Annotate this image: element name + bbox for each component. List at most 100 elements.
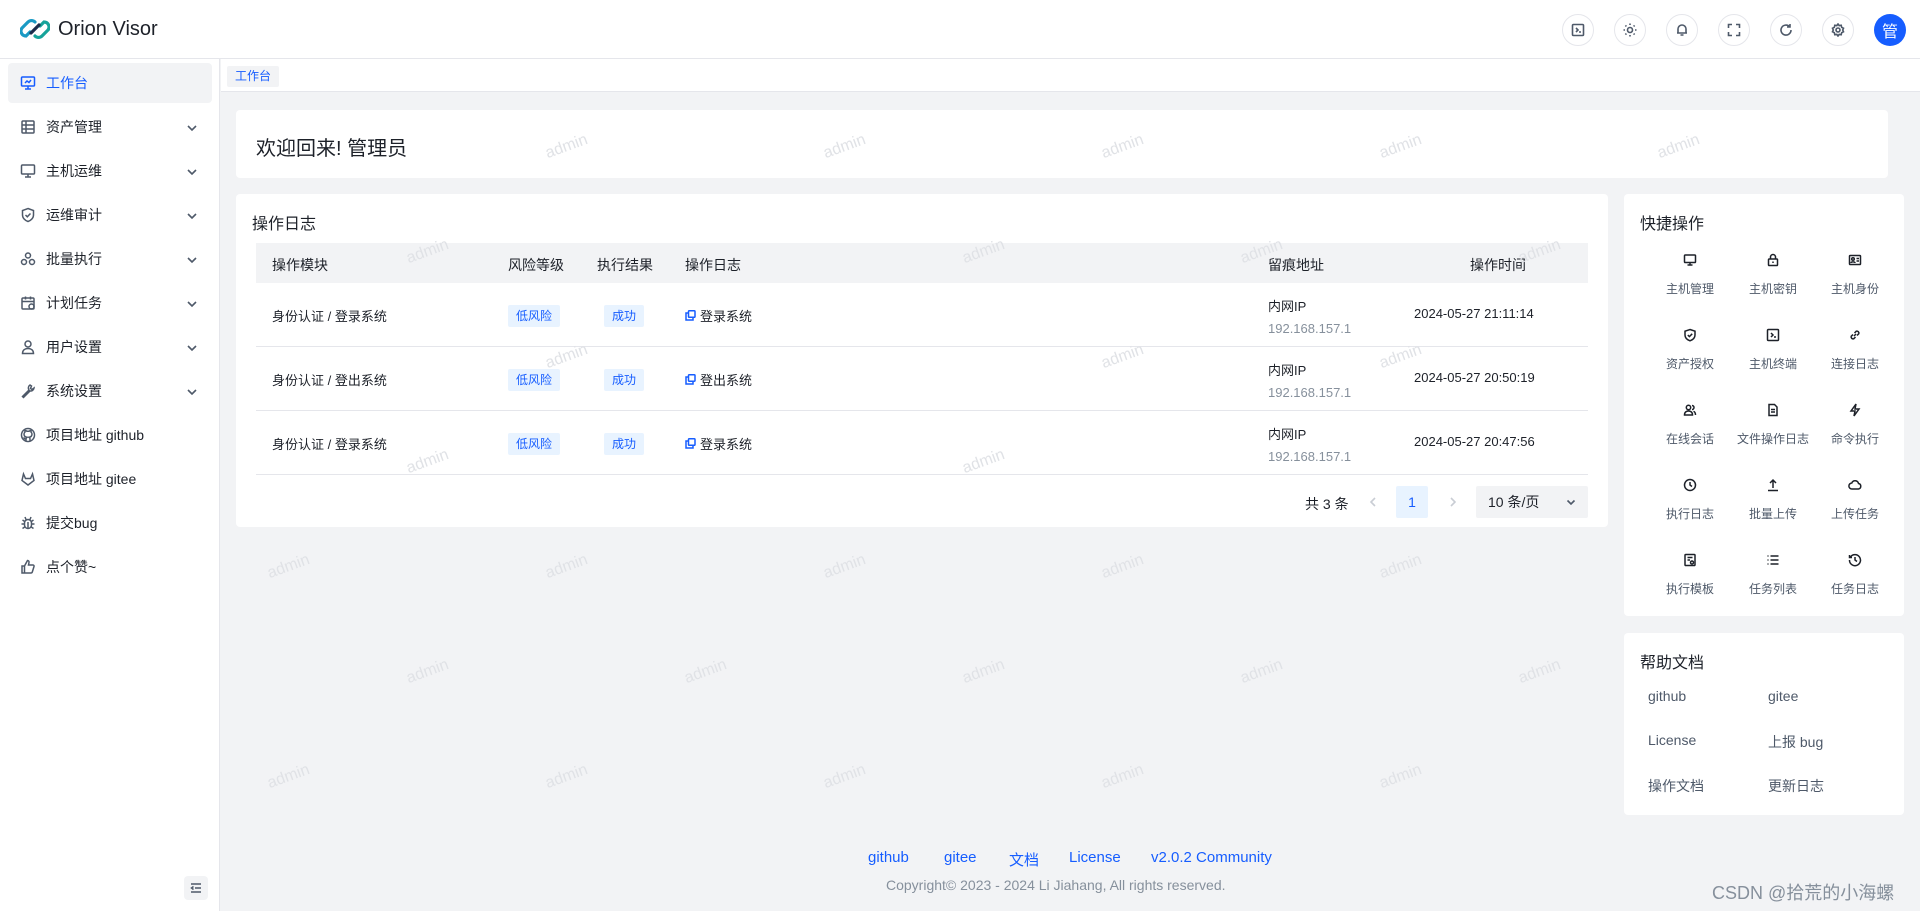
quick-action-host-identity[interactable]: 主机身份 xyxy=(1814,244,1896,306)
logo[interactable]: Orion Visor xyxy=(20,14,158,44)
pagination-prev-button[interactable] xyxy=(1364,493,1382,511)
desktop-icon xyxy=(1674,244,1706,276)
page-size-select[interactable]: 10 条/页 xyxy=(1476,486,1588,518)
collapse-sidebar-button[interactable] xyxy=(184,876,208,900)
sidebar-item-assets[interactable]: 资产管理 xyxy=(8,107,212,147)
watermark: admin xyxy=(404,656,452,687)
table-row: 身份认证 / 登录系统 低风险 成功 登录系统 内网IP 192.168.157… xyxy=(256,283,1588,347)
settings-button[interactable] xyxy=(1822,14,1854,46)
quick-action-label: 任务日志 xyxy=(1830,582,1879,596)
quick-action-online-session[interactable]: 在线会话 xyxy=(1649,394,1731,456)
sidebar-item-host-ops[interactable]: 主机运维 xyxy=(8,151,212,191)
chevron-down-icon xyxy=(186,165,198,177)
copyright: Copyright© 2023 - 2024 Li Jiahang, All r… xyxy=(886,877,1226,893)
fullscreen-button[interactable] xyxy=(1718,14,1750,46)
quick-action-label: 上传任务 xyxy=(1830,507,1879,521)
footer-link-github[interactable]: github xyxy=(868,849,909,866)
list-icon xyxy=(1757,544,1789,576)
pagination-next-button[interactable] xyxy=(1444,493,1462,511)
sidebar-item-label: 用户设置 xyxy=(46,339,102,355)
chevron-down-icon xyxy=(186,341,198,353)
sidebar-item-label: 点个赞~ xyxy=(46,559,97,575)
column-header: 操作时间 xyxy=(1470,257,1526,273)
link-icon xyxy=(1839,319,1871,351)
copy-icon[interactable] xyxy=(685,310,696,321)
chevron-left-icon xyxy=(1369,497,1376,507)
help-link-github[interactable]: github xyxy=(1648,688,1686,704)
sidebar-item-user-settings[interactable]: 用户设置 xyxy=(8,327,212,367)
watermark: admin xyxy=(682,656,730,687)
module-cell: 身份认证 / 登出系统 xyxy=(272,373,387,388)
github-icon xyxy=(20,427,36,443)
sidebar-item-batch-exec[interactable]: 批量执行 xyxy=(8,239,212,279)
sidebar-item-like[interactable]: 点个赞~ xyxy=(8,547,212,587)
ip-address: 192.168.157.1 xyxy=(1268,385,1352,400)
quick-action-exec-log[interactable]: 执行日志 xyxy=(1649,469,1731,531)
copy-icon[interactable] xyxy=(685,374,696,385)
chevron-down-icon xyxy=(186,253,198,265)
quick-action-command-exec[interactable]: 命令执行 xyxy=(1814,394,1896,456)
quick-action-batch-upload[interactable]: 批量上传 xyxy=(1732,469,1814,531)
table-row: 身份认证 / 登出系统 低风险 成功 登出系统 内网IP 192.168.157… xyxy=(256,347,1588,411)
sidebar-item-report-bug[interactable]: 提交bug xyxy=(8,503,212,543)
operation-log-card: 操作日志 操作模块 风险等级 执行结果 操作日志 留痕地址 操作时间 身份认证 … xyxy=(236,194,1608,527)
sidebar-item-schedule[interactable]: 计划任务 xyxy=(8,283,212,323)
footer-link-docs[interactable]: 文档 xyxy=(1009,849,1039,870)
user-icon xyxy=(20,339,36,355)
pagination-page[interactable]: 1 xyxy=(1396,486,1428,518)
notification-button[interactable] xyxy=(1666,14,1698,46)
watermark: admin xyxy=(821,551,869,582)
footer-link-license[interactable]: License xyxy=(1069,849,1121,866)
quick-action-task-list[interactable]: 任务列表 xyxy=(1732,544,1814,606)
quick-action-exec-template[interactable]: 执行模板 xyxy=(1649,544,1731,606)
help-link-changelog[interactable]: 更新日志 xyxy=(1768,776,1824,796)
help-link-gitee[interactable]: gitee xyxy=(1768,688,1798,704)
ip-label: 内网IP xyxy=(1268,427,1307,442)
copy-icon[interactable] xyxy=(685,438,696,449)
ip-label: 内网IP xyxy=(1268,363,1307,378)
help-link-license[interactable]: License xyxy=(1648,732,1696,748)
column-header: 执行结果 xyxy=(597,257,653,273)
quick-action-file-log[interactable]: 文件操作日志 xyxy=(1732,394,1814,456)
sidebar-item-gitee[interactable]: 项目地址 gitee xyxy=(8,459,212,499)
quick-action-label: 执行日志 xyxy=(1665,507,1714,521)
settings-icon xyxy=(1831,23,1845,37)
sidebar-item-github[interactable]: 项目地址 github xyxy=(8,415,212,455)
footer-link-gitee[interactable]: gitee xyxy=(944,849,977,866)
tab-workbench[interactable]: 工作台 xyxy=(227,66,280,87)
terminal-button[interactable] xyxy=(1562,14,1594,46)
sidebar-item-system-settings[interactable]: 系统设置 xyxy=(8,371,212,411)
sidebar-item-label: 工作台 xyxy=(46,75,88,91)
log-cell: 登出系统 xyxy=(685,370,752,389)
operation-time: 2024-05-27 21:11:14 xyxy=(1414,306,1534,321)
sidebar-item-workbench[interactable]: 工作台 xyxy=(8,63,212,103)
theme-icon xyxy=(1623,23,1637,37)
risk-tag: 低风险 xyxy=(508,305,561,327)
user-avatar[interactable]: 管 xyxy=(1874,14,1906,46)
lock-icon xyxy=(1757,244,1789,276)
quick-action-label: 命令执行 xyxy=(1830,432,1879,446)
quick-action-label: 连接日志 xyxy=(1830,357,1879,371)
sidebar-item-audit[interactable]: 运维审计 xyxy=(8,195,212,235)
footer-link-version[interactable]: v2.0.2 Community xyxy=(1151,849,1272,866)
ip-label: 内网IP xyxy=(1268,299,1307,314)
quick-action-host-key[interactable]: 主机密钥 xyxy=(1732,244,1814,306)
quick-action-upload-task[interactable]: 上传任务 xyxy=(1814,469,1896,531)
quick-action-connect-log[interactable]: 连接日志 xyxy=(1814,319,1896,381)
watermark: admin xyxy=(960,656,1008,687)
quick-action-host-manage[interactable]: 主机管理 xyxy=(1649,244,1731,306)
help-link-report-bug[interactable]: 上报 bug xyxy=(1768,732,1823,752)
bug-icon xyxy=(20,515,36,531)
watermark: admin xyxy=(821,761,869,792)
help-link-docs[interactable]: 操作文档 xyxy=(1648,776,1704,796)
theme-toggle-button[interactable] xyxy=(1614,14,1646,46)
quick-action-asset-auth[interactable]: 资产授权 xyxy=(1649,319,1731,381)
quick-action-host-terminal[interactable]: 主机终端 xyxy=(1732,319,1814,381)
log-text: 登录系统 xyxy=(700,309,753,324)
ip-address: 192.168.157.1 xyxy=(1268,449,1352,464)
thunder-icon xyxy=(1839,394,1871,426)
quick-action-label: 主机密钥 xyxy=(1748,282,1797,296)
refresh-button[interactable] xyxy=(1770,14,1802,46)
quick-action-task-log[interactable]: 任务日志 xyxy=(1814,544,1896,606)
quick-actions-title: 快捷操作 xyxy=(1640,216,1705,233)
